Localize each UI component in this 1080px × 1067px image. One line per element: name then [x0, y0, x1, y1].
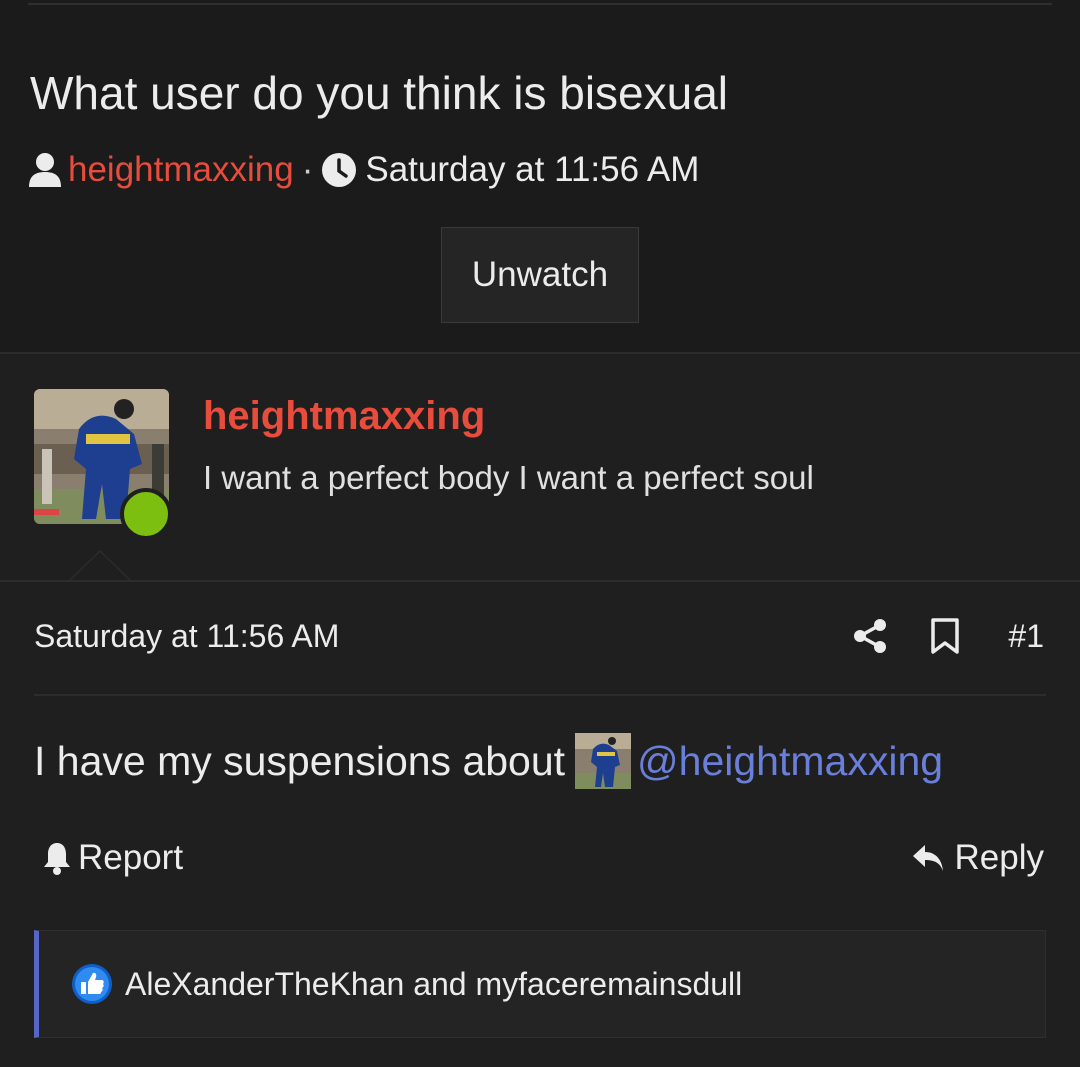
meta-separator: ·: [301, 150, 314, 189]
reply-label: Reply: [954, 838, 1044, 877]
online-status-badge: [120, 488, 172, 540]
post-date[interactable]: Saturday at 11:56 AM: [34, 618, 339, 655]
post-divider: [34, 694, 1046, 696]
report-button[interactable]: Report: [42, 838, 183, 878]
thread-date[interactable]: Saturday at 11:56 AM: [365, 150, 699, 190]
share-icon[interactable]: [853, 618, 887, 654]
like-icon: [71, 963, 113, 1005]
thread-meta: heightmaxxing · Saturday at 11:56 AM: [28, 148, 699, 192]
reactions-list[interactable]: AleXanderTheKhan and myfaceremainsdull: [125, 963, 742, 1005]
thread-author-link[interactable]: heightmaxxing: [68, 150, 294, 190]
report-label: Report: [78, 838, 184, 877]
bell-icon: [42, 841, 72, 875]
unwatch-button[interactable]: Unwatch: [441, 227, 639, 323]
post-message-text: I have my suspensions about: [34, 737, 566, 784]
reply-button[interactable]: Reply: [911, 838, 1044, 878]
reactions-bar[interactable]: AleXanderTheKhan and myfaceremainsdull: [34, 930, 1046, 1038]
post-arrow: [70, 552, 130, 581]
post-number-link[interactable]: #1: [1008, 618, 1044, 655]
post-message: I have my suspensions about @heightmaxxi…: [34, 732, 943, 790]
thread-title: What user do you think is bisexual: [30, 67, 729, 119]
mention-avatar: [575, 733, 632, 789]
reply-icon: [911, 843, 945, 873]
clock-icon: [321, 152, 357, 188]
thread-header: What user do you think is bisexual heigh…: [0, 0, 1080, 353]
user-mention-link[interactable]: @heightmaxxing: [637, 738, 943, 785]
user-icon: [28, 152, 62, 188]
post-body: Saturday at 11:56 AM #1 I have my suspen…: [0, 582, 1080, 1067]
post-author-name[interactable]: heightmaxxing: [203, 394, 485, 439]
post-user-block: heightmaxxing I want a perfect body I wa…: [0, 354, 1080, 580]
bookmark-icon[interactable]: [930, 618, 960, 654]
post-author-title: I want a perfect body I want a perfect s…: [203, 459, 814, 496]
top-divider: [28, 0, 1052, 5]
